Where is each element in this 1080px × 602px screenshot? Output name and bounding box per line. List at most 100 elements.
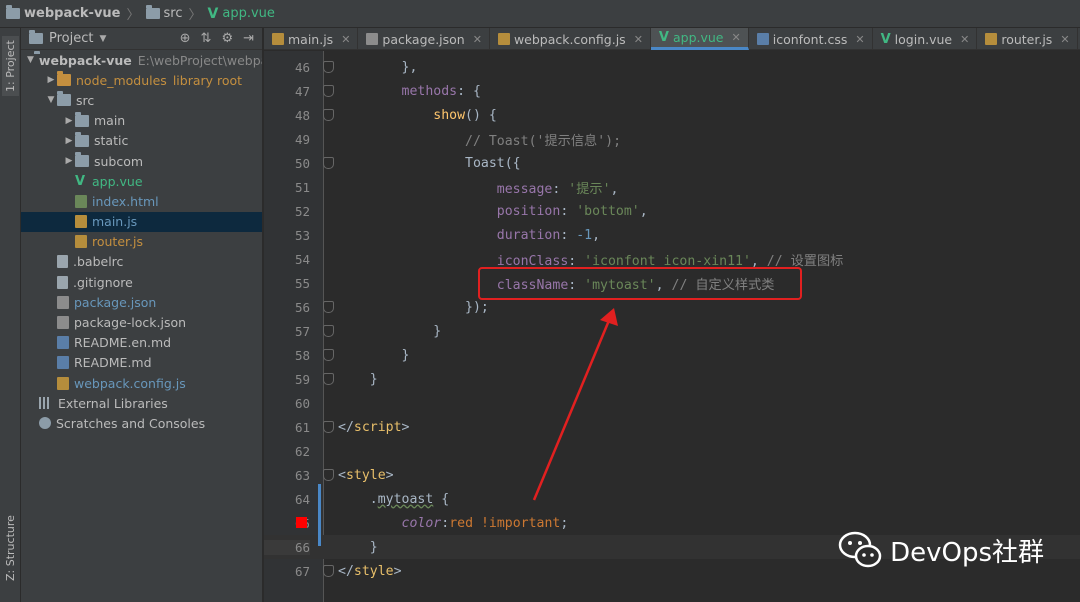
tab-package-json[interactable]: package.json ✕ <box>358 28 490 50</box>
tree-item-label: src <box>76 92 95 108</box>
js-file-icon <box>497 33 510 45</box>
scratches-icon <box>39 417 51 430</box>
folder-icon <box>75 131 89 147</box>
tree-item[interactable]: README.en.md <box>21 333 262 353</box>
tree-item[interactable]: ▼ webpack-vue E:\webProject\webpack <box>21 50 262 70</box>
tree-item[interactable]: index.html <box>21 191 262 211</box>
line-number: 59 <box>294 371 310 387</box>
tab-label: main.js <box>288 31 334 47</box>
tree-item[interactable]: .babelrc <box>21 252 262 272</box>
code-text: }); <box>338 299 489 315</box>
breadcrumb-file[interactable]: V app.vue <box>208 6 275 22</box>
tree-item[interactable]: ▶ node_modules library root <box>21 70 262 90</box>
line-number: 49 <box>294 131 310 147</box>
tree-item[interactable]: package.json <box>21 292 262 312</box>
chevron-down-icon[interactable]: ▼ <box>99 34 106 44</box>
fold-marker-icon[interactable] <box>323 469 334 481</box>
close-icon[interactable]: ✕ <box>634 33 643 46</box>
line-number: 47 <box>294 83 310 99</box>
tab-label: package.json <box>382 31 465 47</box>
code-line: 62 <box>264 439 1080 463</box>
locate-file-icon[interactable]: ⊕ <box>180 31 191 46</box>
tab-label: app.vue <box>672 30 724 45</box>
file-icon <box>57 275 68 289</box>
breakpoint-marker[interactable] <box>296 517 307 528</box>
tab-webpack-config-js[interactable]: webpack.config.js ✕ <box>490 28 651 50</box>
fold-marker-icon[interactable] <box>323 565 334 577</box>
fold-marker-icon[interactable] <box>323 109 334 121</box>
code-text: iconClass: 'iconfont icon-xin11', // 设置图… <box>496 253 844 269</box>
close-icon[interactable]: ✕ <box>960 33 969 46</box>
close-icon[interactable]: ✕ <box>732 31 741 44</box>
code-editor[interactable]: 46 }, 47 methods: {48 show() {49 // Toast… <box>264 51 1080 602</box>
tree-item[interactable]: .gitignore <box>21 272 262 292</box>
tree-item-label: Scratches and Consoles <box>56 415 206 431</box>
fold-marker-icon[interactable] <box>323 301 334 313</box>
tree-item[interactable]: Scratches and Consoles <box>21 413 262 433</box>
fold-marker-icon[interactable] <box>323 157 334 169</box>
close-icon[interactable]: ✕ <box>855 33 864 46</box>
folder-icon <box>75 152 89 168</box>
line-number: 61 <box>294 419 310 435</box>
tree-item-label: router.js <box>92 234 143 250</box>
code-text: .mytoast { <box>338 491 450 507</box>
project-view-selector[interactable]: Project <box>49 31 93 46</box>
code-line: 48 show() { <box>264 103 1080 127</box>
tree-item[interactable]: ▶ static <box>21 131 262 151</box>
tree-item[interactable]: ▶ main <box>21 111 262 131</box>
fold-marker-icon[interactable] <box>323 325 334 337</box>
close-icon[interactable]: ✕ <box>341 33 350 46</box>
tree-item[interactable]: Vapp.vue <box>21 171 262 191</box>
hide-panel-icon[interactable]: ⇥ <box>243 31 254 46</box>
tool-tab-project[interactable]: 1: Project <box>2 36 19 96</box>
collapsed-arrow-icon[interactable]: ▶ <box>63 116 75 126</box>
fold-marker-icon[interactable] <box>323 85 334 97</box>
fold-marker-icon[interactable] <box>323 349 334 361</box>
code-line: 50 Toast({ <box>264 151 1080 175</box>
expanded-arrow-icon[interactable]: ▼ <box>27 55 34 65</box>
tree-item[interactable]: ▼ src <box>21 90 262 110</box>
tab-router-js[interactable]: router.js ✕ <box>977 28 1078 50</box>
fold-marker-icon[interactable] <box>323 373 334 385</box>
tree-item[interactable]: README.md <box>21 353 262 373</box>
code-line: 47 methods: { <box>264 79 1080 103</box>
library-folder-icon <box>57 71 71 87</box>
collapsed-arrow-icon[interactable]: ▶ <box>63 136 75 146</box>
fold-marker-icon[interactable] <box>323 421 334 433</box>
wechat-logo-icon <box>838 531 882 568</box>
tree-item[interactable]: webpack.config.js <box>21 373 262 393</box>
gear-icon[interactable]: ⚙ <box>221 31 233 46</box>
line-number: 64 <box>294 491 310 507</box>
tab-login-vue[interactable]: Vlogin.vue ✕ <box>873 28 978 50</box>
tab-label: webpack.config.js <box>513 31 626 47</box>
fold-marker-icon[interactable] <box>323 61 334 73</box>
breadcrumb-folder[interactable]: src <box>145 5 183 21</box>
collapse-all-icon[interactable]: ⇅ <box>201 31 212 46</box>
tab-main-js[interactable]: main.js ✕ <box>264 28 359 50</box>
tree-item-label: package.json <box>74 294 157 310</box>
vue-file-icon: V <box>880 31 891 47</box>
tree-item[interactable]: main.js <box>21 211 262 232</box>
tree-item-label: External Libraries <box>58 395 168 411</box>
collapsed-arrow-icon[interactable]: ▶ <box>63 156 75 166</box>
json-file-icon <box>57 295 69 309</box>
breadcrumb-separator: 〉 <box>126 8 140 23</box>
tool-tab-structure[interactable]: Z: Structure <box>2 498 19 598</box>
breadcrumb-project[interactable]: webpack-vue <box>6 5 121 21</box>
close-icon[interactable]: ✕ <box>1060 33 1069 46</box>
code-text: } <box>338 347 410 363</box>
tree-item[interactable]: ▶ subcom <box>21 151 262 171</box>
tree-item[interactable]: router.js <box>21 232 262 252</box>
tree-item[interactable]: External Libraries <box>21 393 262 413</box>
tab-app-vue[interactable]: Vapp.vue ✕ <box>650 28 749 50</box>
tree-item[interactable]: package-lock.json <box>21 312 262 332</box>
tab-label: login.vue <box>894 31 953 47</box>
collapsed-arrow-icon[interactable]: ▶ <box>45 75 57 85</box>
code-text: } <box>338 323 442 339</box>
expanded-arrow-icon[interactable]: ▼ <box>45 95 57 105</box>
javascript-file-icon <box>75 235 87 249</box>
close-icon[interactable]: ✕ <box>473 33 482 46</box>
navigation-breadcrumb: webpack-vue 〉 src 〉 V app.vue <box>0 0 1080 28</box>
annotation-highlight-box <box>478 267 802 300</box>
tab-iconfont-css[interactable]: iconfont.css ✕ <box>749 28 873 50</box>
